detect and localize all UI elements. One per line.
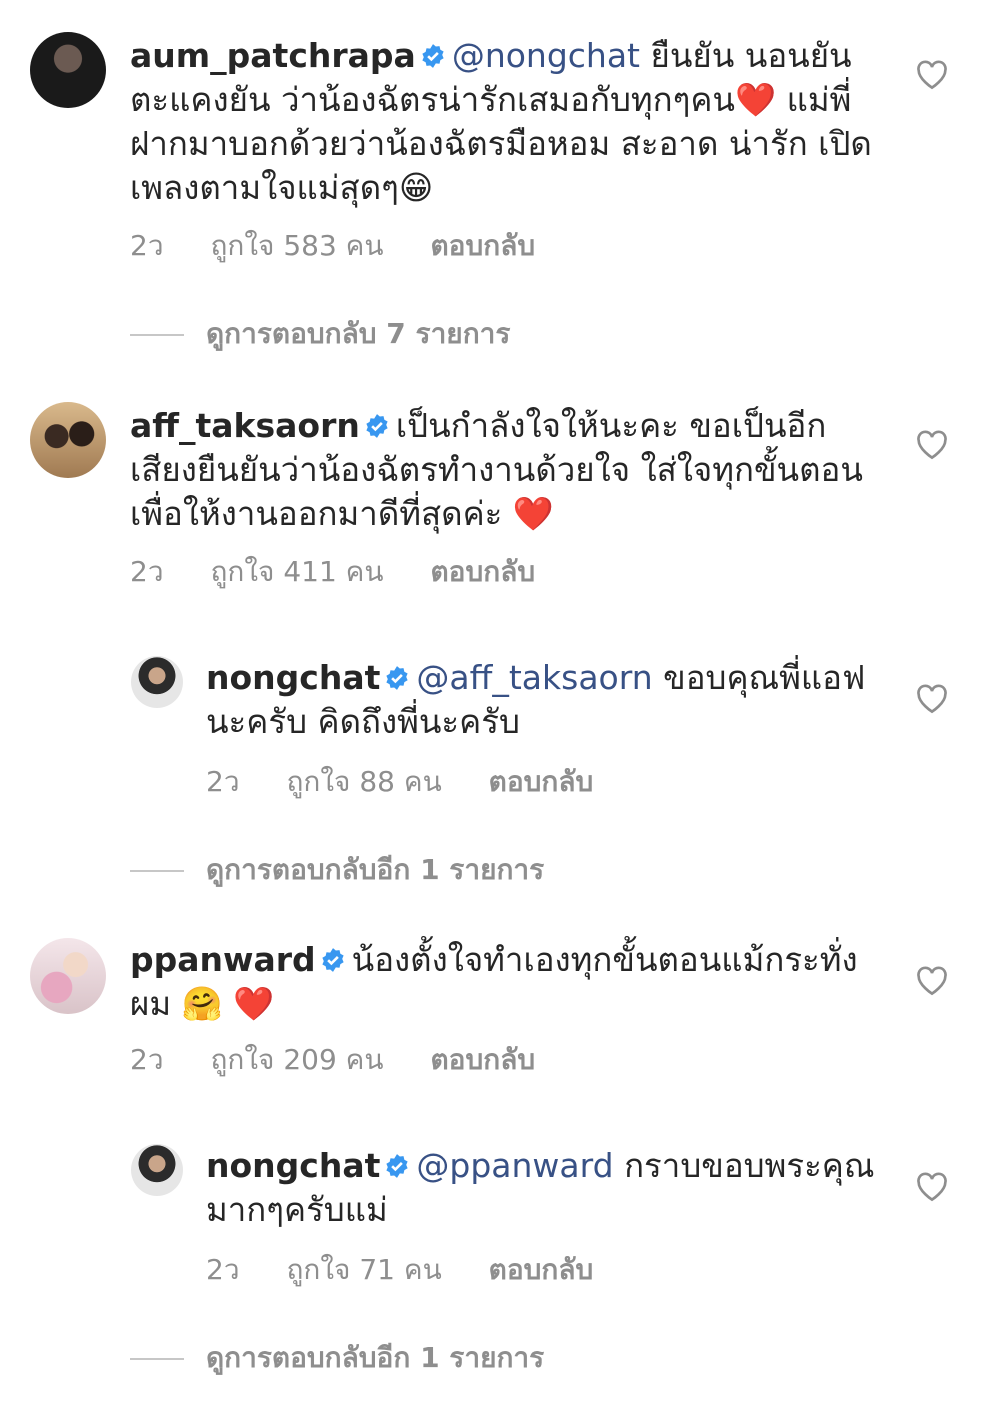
verified-badge-icon (422, 44, 444, 68)
heart-icon[interactable] (916, 1172, 948, 1202)
divider-line (130, 870, 184, 872)
like-count[interactable]: ถูกใจ 411 คน (210, 555, 383, 588)
avatar[interactable] (131, 656, 183, 708)
heart-icon[interactable] (916, 966, 948, 996)
divider-line (130, 334, 184, 336)
like-count[interactable]: ถูกใจ 209 คน (210, 1043, 383, 1076)
comment-age: 2ว (130, 555, 164, 588)
divider-line (130, 1358, 184, 1360)
reply-text: nongchat @ppanward กราบขอบพระคุณมากๆครับแ… (206, 1144, 886, 1232)
username[interactable]: aum_patchrapa (130, 36, 416, 75)
username[interactable]: aff_taksaorn (130, 406, 360, 445)
mention-link[interactable]: @nongchat (452, 36, 640, 75)
avatar[interactable] (30, 32, 106, 108)
comment-text: ppanward น้องตั้งใจทำเองทุกขั้นตอนแม้กระท… (130, 938, 890, 1026)
verified-badge-icon (366, 414, 388, 438)
reply-button[interactable]: ตอบกลับ (489, 1253, 594, 1286)
view-replies-button[interactable]: ดูการตอบกลับอีก 1 รายการ (130, 848, 544, 892)
mention-link[interactable]: @aff_taksaorn (416, 658, 652, 697)
reply-meta: 2ว ถูกใจ 88 คน ตอบกลับ (206, 760, 631, 804)
like-count[interactable]: ถูกใจ 71 คน (286, 1253, 441, 1286)
reply-button[interactable]: ตอบกลับ (489, 765, 594, 798)
comment-age: 2ว (206, 765, 240, 798)
like-count[interactable]: ถูกใจ 583 คน (210, 229, 383, 262)
heart-icon[interactable] (916, 60, 948, 90)
mention-link[interactable]: @ppanward (416, 1146, 613, 1185)
reply-text: nongchat @aff_taksaorn ขอบคุณพี่แอฟนะครับ… (206, 656, 886, 744)
comment-text: aum_patchrapa @nongchat ยืนยัน นอนยัน ตะแ… (130, 34, 890, 210)
reply-button[interactable]: ตอบกลับ (430, 1043, 535, 1076)
heart-icon[interactable] (916, 430, 948, 460)
view-replies-button[interactable]: ดูการตอบกลับ 7 รายการ (130, 312, 510, 356)
comment-meta: 2ว ถูกใจ 411 คน ตอบกลับ (130, 550, 573, 594)
avatar[interactable] (30, 938, 106, 1014)
username[interactable]: nongchat (206, 658, 380, 697)
verified-badge-icon (322, 948, 344, 972)
reply-button[interactable]: ตอบกลับ (430, 555, 535, 588)
view-replies-label: ดูการตอบกลับอีก 1 รายการ (206, 853, 545, 886)
comment-age: 2ว (206, 1253, 240, 1286)
comment-age: 2ว (130, 1043, 164, 1076)
comment-meta: 2ว ถูกใจ 209 คน ตอบกลับ (130, 1038, 573, 1082)
comment-text: aff_taksaorn เป็นกำลังใจให้นะคะ ขอเป็นอีก… (130, 404, 890, 536)
username[interactable]: ppanward (130, 940, 316, 979)
like-count[interactable]: ถูกใจ 88 คน (286, 765, 441, 798)
reply-button[interactable]: ตอบกลับ (430, 229, 535, 262)
username[interactable]: nongchat (206, 1146, 380, 1185)
verified-badge-icon (386, 666, 409, 690)
view-replies-label: ดูการตอบกลับ 7 รายการ (206, 317, 511, 350)
avatar[interactable] (131, 1144, 183, 1196)
view-replies-label: ดูการตอบกลับอีก 1 รายการ (206, 1341, 545, 1374)
heart-icon[interactable] (916, 684, 948, 714)
verified-badge-icon (386, 1154, 409, 1178)
view-replies-button[interactable]: ดูการตอบกลับอีก 1 รายการ (130, 1336, 544, 1380)
comment-age: 2ว (130, 229, 164, 262)
comment-meta: 2ว ถูกใจ 583 คน ตอบกลับ (130, 224, 573, 268)
avatar[interactable] (30, 402, 106, 478)
reply-meta: 2ว ถูกใจ 71 คน ตอบกลับ (206, 1248, 631, 1292)
